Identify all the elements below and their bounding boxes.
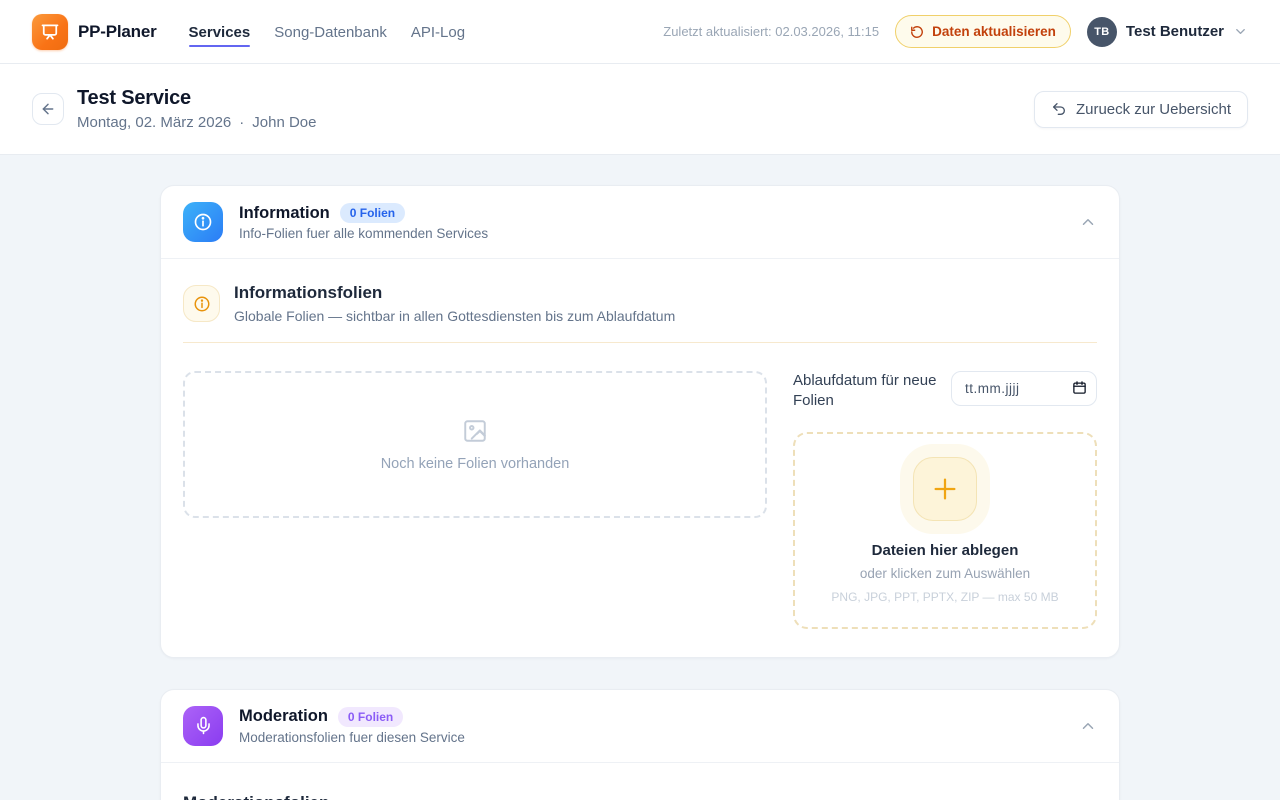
page-title-block: Test Service Montag, 02. März 2026 · Joh… [77,87,316,131]
info-card-subtitle: Info-Folien fuer alle kommenden Services [239,226,1063,241]
moderation-card-body: Moderationsfolien [161,763,1119,800]
moderation-card-subtitle: Moderationsfolien fuer diesen Service [239,730,1063,745]
last-updated-text: Zuletzt aktualisiert: 02.03.2026, 11:15 [663,24,879,39]
microphone-icon [183,706,223,746]
info-content-row: Noch keine Folien vorhanden Ablaufdatum … [183,371,1097,629]
info-section-subtitle: Globale Folien — sichtbar in allen Gotte… [234,308,675,324]
dropzone-title: Dateien hier ablegen [872,542,1019,559]
brand: PP-Planer [32,14,157,50]
moderation-card: Moderation 0 Folien Moderationsfolien fu… [160,689,1120,800]
info-section-titles: Informationsfolien Globale Folien — sich… [234,283,675,324]
main-content: Information 0 Folien Info-Folien fuer al… [0,155,1280,800]
topbar: PP-Planer Services Song-Datenbank API-Lo… [0,0,1280,64]
expiry-date-field-wrap [951,371,1097,406]
info-section-title: Informationsfolien [234,283,675,303]
page-title: Test Service [77,87,316,110]
back-button[interactable] [32,93,64,125]
slides-empty-state: Noch keine Folien vorhanden [183,371,767,518]
dropzone-subtitle: oder klicken zum Auswählen [860,566,1030,581]
moderation-folien-badge: 0 Folien [338,707,403,727]
moderation-card-title: Moderation [239,707,328,726]
refresh-data-button[interactable]: Daten aktualisieren [895,15,1071,48]
user-name: Test Benutzer [1126,23,1224,40]
topbar-right: Zuletzt aktualisiert: 02.03.2026, 11:15 … [663,15,1248,48]
expiry-row: Ablaufdatum für neue Folien [793,371,1097,412]
info-card-icon [183,202,223,242]
expiry-date-label: Ablaufdatum für neue Folien [793,371,937,412]
service-date: Montag, 02. März 2026 [77,114,231,131]
nav-item-services[interactable]: Services [189,4,251,59]
service-author: John Doe [252,114,316,131]
dot-separator: · [239,114,244,131]
chevron-up-icon[interactable] [1079,213,1097,231]
info-circle-icon [183,285,220,322]
plus-icon [913,457,977,521]
avatar: TB [1087,17,1117,47]
page-header: Test Service Montag, 02. März 2026 · Joh… [0,64,1280,155]
empty-state-text: Noch keine Folien vorhanden [381,456,570,472]
chevron-down-icon [1233,24,1248,39]
upload-column: Ablaufdatum für neue Folien [793,371,1097,629]
info-card-title: Information [239,204,330,223]
moderation-card-header[interactable]: Moderation 0 Folien Moderationsfolien fu… [161,690,1119,763]
image-placeholder-icon [460,418,490,444]
refresh-icon [910,25,924,39]
user-menu[interactable]: TB Test Benutzer [1087,17,1248,47]
back-to-overview-button[interactable]: Zurueck zur Uebersicht [1034,91,1248,128]
nav-item-song-datenbank[interactable]: Song-Datenbank [274,4,387,59]
information-card: Information 0 Folien Info-Folien fuer al… [160,185,1120,658]
undo-icon [1051,101,1067,117]
nav-item-api-log[interactable]: API-Log [411,4,465,59]
main-nav: Services Song-Datenbank API-Log [189,4,466,59]
app-logo-icon [32,14,68,50]
page-subtitle: Montag, 02. März 2026 · John Doe [77,114,316,131]
info-card-titles: Information 0 Folien Info-Folien fuer al… [239,203,1063,241]
information-card-header[interactable]: Information 0 Folien Info-Folien fuer al… [161,186,1119,259]
expiry-date-input[interactable] [951,371,1097,406]
chevron-up-icon[interactable] [1079,717,1097,735]
info-section-header: Informationsfolien Globale Folien — sich… [183,283,1097,324]
moderation-section-title: Moderationsfolien [183,787,1097,800]
file-dropzone[interactable]: Dateien hier ablegen oder klicken zum Au… [793,432,1097,629]
information-card-body: Informationsfolien Globale Folien — sich… [161,259,1119,657]
brand-name: PP-Planer [78,22,157,42]
amber-divider [183,342,1097,343]
moderation-card-titles: Moderation 0 Folien Moderationsfolien fu… [239,707,1063,745]
info-folien-badge: 0 Folien [340,203,405,223]
dropzone-hint: PNG, JPG, PPT, PPTX, ZIP — max 50 MB [831,590,1058,604]
